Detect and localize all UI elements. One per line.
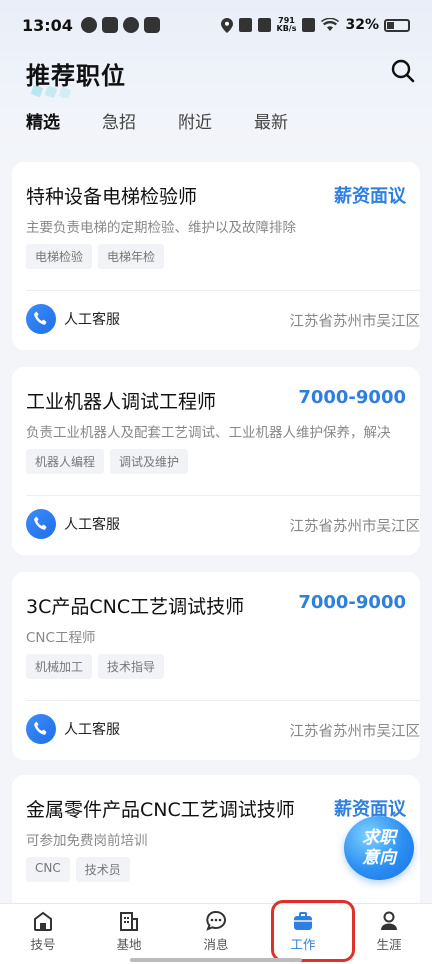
status-time: 13:04 <box>22 15 73 35</box>
service-label: 人工客服 <box>64 722 120 738</box>
search-icon[interactable] <box>390 58 416 84</box>
job-intention-button[interactable]: 求职 意向 <box>344 816 414 880</box>
network-speed: 791 KB/s <box>277 17 297 33</box>
fab-label-line1: 求职 <box>362 828 396 848</box>
job-card[interactable]: 特种设备电梯检验师 薪资面议 主要负责电梯的定期检验、维护以及故障排除 电梯检验… <box>12 162 420 350</box>
nfc-icon <box>302 18 316 32</box>
camera-icon <box>238 18 252 32</box>
job-location: 江苏省苏州市吴江区 <box>289 724 421 740</box>
network-speed-unit: KB/s <box>276 24 297 33</box>
job-tags: CNC 技术员 <box>26 857 130 882</box>
job-card[interactable]: 3C产品CNC工艺调试技师 7000-9000 CNC工程师 机械加工 技术指导… <box>12 572 420 760</box>
job-description: 主要负责电梯的定期检验、维护以及故障排除 <box>26 220 296 236</box>
nav-item-home[interactable]: 技号 <box>13 910 73 953</box>
person-icon <box>381 911 397 930</box>
job-location: 江苏省苏州市吴江区 <box>289 314 421 330</box>
battery-icon <box>384 18 410 32</box>
phone-icon <box>26 509 56 539</box>
divider <box>26 700 420 701</box>
job-tag: CNC <box>26 857 70 882</box>
job-tags: 机器人编程 调试及维护 <box>26 449 189 474</box>
divider <box>26 290 420 291</box>
nav-label: 技号 <box>30 937 56 952</box>
wifi-icon <box>321 18 340 31</box>
home-icon <box>34 911 52 931</box>
job-title: 3C产品CNC工艺调试技师 <box>26 596 245 618</box>
home-indicator <box>130 958 302 962</box>
nav-label: 基地 <box>116 937 142 952</box>
nav-label: 消息 <box>203 937 229 952</box>
building-icon <box>120 912 138 931</box>
vibrate-icon <box>257 18 271 32</box>
tab-urgent[interactable]: 急招 <box>102 108 136 142</box>
customer-service[interactable]: 人工客服 <box>26 304 120 334</box>
notification-icon <box>80 17 97 33</box>
job-salary: 薪资面议 <box>334 186 406 207</box>
job-tags: 电梯检验 电梯年检 <box>26 244 165 269</box>
job-location: 江苏省苏州市吴江区 <box>289 519 421 535</box>
tab-nearby[interactable]: 附近 <box>178 108 212 142</box>
job-card[interactable]: 工业机器人调试工程师 7000-9000 负责工业机器人及配套工艺调试、工业机器… <box>12 367 420 555</box>
highlight-annotation <box>271 900 355 962</box>
job-tag: 调试及维护 <box>110 449 189 474</box>
job-title: 金属零件产品CNC工艺调试技师 <box>26 799 295 821</box>
tab-latest[interactable]: 最新 <box>254 108 288 142</box>
nav-item-career[interactable]: 生涯 <box>359 910 419 953</box>
notification-icon <box>143 17 160 33</box>
job-title: 工业机器人调试工程师 <box>26 391 217 413</box>
customer-service[interactable]: 人工客服 <box>26 509 120 539</box>
nav-label: 生涯 <box>376 937 402 952</box>
job-salary: 7000-9000 <box>298 592 406 613</box>
fab-label-line2: 意向 <box>362 848 396 868</box>
customer-service[interactable]: 人工客服 <box>26 714 120 744</box>
job-description: CNC工程师 <box>26 630 96 646</box>
category-tabs: 精选 急招 附近 最新 <box>26 108 288 142</box>
job-tag: 技术员 <box>75 857 130 882</box>
job-description: 负责工业机器人及配套工艺调试、工业机器人维护保养，解决 <box>26 425 391 441</box>
job-tag: 技术指导 <box>98 654 165 679</box>
phone-icon <box>26 304 56 334</box>
nav-item-base[interactable]: 基地 <box>99 910 159 953</box>
job-tags: 机械加工 技术指导 <box>26 654 165 679</box>
divider <box>26 495 420 496</box>
job-title: 特种设备电梯检验师 <box>26 186 198 208</box>
job-salary: 7000-9000 <box>298 387 406 408</box>
status-bar: 13:04 791 KB/s 32% <box>0 0 432 50</box>
header: 推荐职位 <box>0 50 432 102</box>
job-tag: 电梯检验 <box>26 244 93 269</box>
notification-icon <box>101 17 118 33</box>
job-tag: 机器人编程 <box>26 449 105 474</box>
tab-featured[interactable]: 精选 <box>26 108 60 142</box>
location-icon <box>220 17 233 33</box>
bottom-nav: 技号 基地 消息 工作 生涯 <box>0 903 432 964</box>
notification-icon <box>122 17 139 33</box>
nav-item-messages[interactable]: 消息 <box>186 910 246 953</box>
title-decoration <box>31 85 71 98</box>
chat-icon <box>206 910 226 931</box>
service-label: 人工客服 <box>64 517 120 533</box>
phone-icon <box>26 714 56 744</box>
job-tag: 电梯年检 <box>98 244 165 269</box>
battery-percent: 32% <box>345 17 379 33</box>
job-tag: 机械加工 <box>26 654 93 679</box>
service-label: 人工客服 <box>64 312 120 328</box>
